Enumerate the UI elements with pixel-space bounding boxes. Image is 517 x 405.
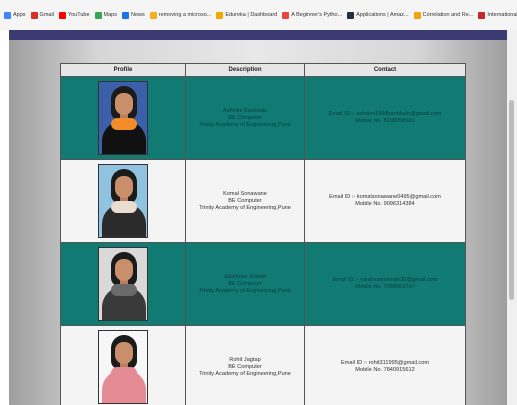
maps-icon (94, 11, 102, 19)
member-email: Email ID :- vaishnavishinde30@gmail.com (332, 277, 438, 283)
profile-cell (60, 242, 186, 326)
member-degree: BE Computer (228, 114, 262, 121)
bookmark-item[interactable]: Maps (94, 11, 117, 19)
member-degree: BE Computer (228, 363, 262, 370)
member-email: Email ID :- komalsonawane0495@gmail.com (329, 194, 441, 200)
table-header-row: Profile Description Contact (60, 63, 466, 77)
description-cell: Komal Sonawane BE Computer Trinity Academy… (185, 159, 305, 243)
bookmark-item[interactable]: Edureka | Dashboard (216, 11, 278, 19)
member-mobile: Mobile No. 7030063747 (355, 284, 415, 290)
microsoft-icon (149, 11, 157, 19)
table-row: Rohit Jagtap BE Computer Trinity Academy o… (60, 325, 466, 405)
bookmark-item[interactable]: YouTube (58, 11, 90, 19)
profile-cell (60, 159, 186, 243)
member-name: Komal Sonawane (223, 190, 267, 197)
table-row: Vaishnavi Shinde BE Computer Trinity Acade… (60, 242, 466, 326)
bookmark-label: Correlation and Re... (422, 12, 474, 18)
bookmark-label: Maps (103, 12, 117, 18)
bookmark-item[interactable]: Correlation and Re... (413, 11, 474, 19)
scrollbar[interactable] (507, 30, 517, 405)
bookmark-label: Applications | Amaz... (356, 12, 409, 18)
member-name: Rohit Jagtap (229, 356, 261, 363)
bookmark-label: International Journ... (487, 12, 517, 18)
member-mobile: Mobile No. 9096314384 (355, 201, 415, 207)
scrollbar-thumb[interactable] (509, 100, 514, 300)
edureka-icon (216, 11, 224, 19)
profile-cell (60, 325, 186, 405)
gmail-icon (30, 11, 38, 19)
description-cell: Rohit Jagtap BE Computer Trinity Academy o… (185, 325, 305, 405)
bookmark-label: News (131, 12, 145, 18)
bookmark-item[interactable]: News (122, 11, 145, 19)
member-degree: BE Computer (228, 197, 262, 204)
table-row: Ashwini Bachhale BE Computer Trinity Acade… (60, 76, 466, 160)
profile-photo (98, 164, 148, 238)
profile-photo (98, 247, 148, 321)
contact-cell: Email ID :- ashwini1998bachhale@gmail.co… (304, 76, 466, 160)
bookmark-label: Edureka | Dashboard (225, 12, 278, 18)
member-college: Trinity Academy of Engineering,Pune (199, 121, 291, 128)
header-profile: Profile (60, 63, 186, 77)
member-name: Ashwini Bachhale (222, 107, 268, 114)
contact-cell: Email ID :- komalsonawane0495@gmail.com M… (304, 159, 466, 243)
amazon-icon (347, 11, 355, 19)
contact-cell: Email ID :- vaishnavishinde30@gmail.com M… (304, 242, 466, 326)
bookmark-item[interactable]: Applications | Amaz... (347, 11, 409, 19)
description-cell: Vaishnavi Shinde BE Computer Trinity Acade… (185, 242, 305, 326)
header-contact: Contact (304, 63, 466, 77)
bookmark-item[interactable]: International Journ... (478, 11, 517, 19)
bookmark-label: A Beginner's Pytho... (291, 12, 343, 18)
python-icon (282, 11, 290, 19)
bookmark-item[interactable]: Apps (4, 11, 26, 19)
journal-icon (478, 11, 486, 19)
table-row: Komal Sonawane BE Computer Trinity Academy… (60, 159, 466, 243)
member-name: Vaishnavi Shinde (223, 273, 267, 280)
bookmarks-bar: Apps Gmail YouTube Maps News removing a micro… (0, 0, 517, 30)
profiles-table: Profile Description Contact Ashwini Bach… (60, 63, 466, 405)
member-email: Email ID :- rohit311995@gmail.com (341, 360, 429, 366)
bookmark-item[interactable]: Gmail (30, 11, 54, 19)
bookmark-label: Apps (13, 12, 26, 18)
header-description: Description (185, 63, 305, 77)
profile-cell (60, 76, 186, 160)
member-mobile: Mobile No. 7840915612 (355, 367, 415, 373)
member-college: Trinity Academy of Engineering,Pune (199, 287, 291, 294)
bookmark-label: YouTube (67, 12, 90, 18)
bookmark-item[interactable]: removing a microso... (149, 11, 212, 19)
profile-photo (98, 330, 148, 404)
youtube-icon (58, 11, 66, 19)
apps-grid-icon (4, 11, 11, 19)
profile-photo (98, 81, 148, 155)
member-degree: BE Computer (228, 280, 262, 287)
bookmark-label: removing a microso... (158, 12, 212, 18)
member-email: Email ID :- ashwini1998bachhale@gmail.co… (328, 111, 442, 117)
contact-cell: Email ID :- rohit311995@gmail.com Mobile … (304, 325, 466, 405)
description-cell: Ashwini Bachhale BE Computer Trinity Acade… (185, 76, 305, 160)
site-header-bar (9, 30, 507, 40)
member-college: Trinity Academy of Engineering,Pune (199, 370, 291, 377)
member-mobile: Mobile No. 8208958561 (355, 118, 415, 124)
bookmark-item[interactable]: A Beginner's Pytho... (282, 11, 343, 19)
news-icon (122, 11, 129, 19)
bookmark-label: Gmail (39, 12, 54, 18)
member-college: Trinity Academy of Engineering,Pune (199, 204, 291, 211)
bookmark-icon (413, 11, 421, 19)
